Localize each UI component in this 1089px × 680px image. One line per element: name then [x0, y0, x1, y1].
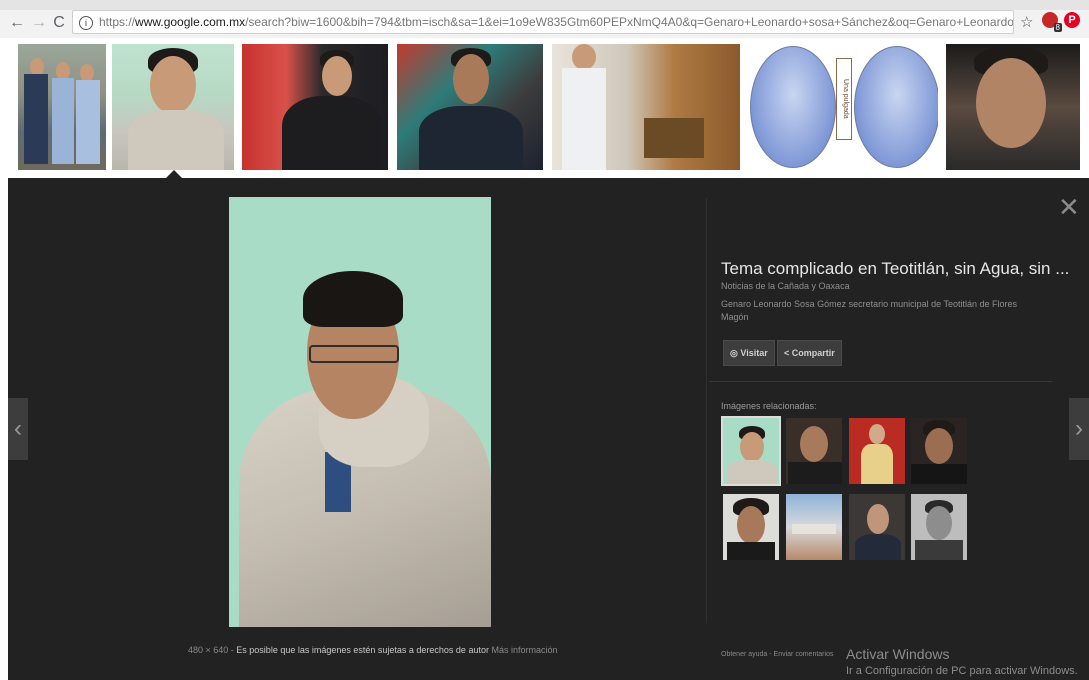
bookmark-star-icon[interactable]: ☆ — [1020, 13, 1033, 31]
result-thumbnail[interactable] — [242, 44, 388, 170]
visit-label: Visitar — [740, 348, 768, 358]
person-figure — [855, 534, 901, 560]
related-image-thumbnail[interactable] — [911, 494, 967, 560]
url-path: /search?biw=1600&bih=794&tbm=isch&sa=1&e… — [245, 15, 1014, 29]
person-figure — [52, 78, 74, 164]
extension-icon[interactable]: 8 — [1042, 12, 1062, 32]
person-figure — [869, 424, 885, 444]
person-figure — [925, 428, 953, 464]
table — [792, 524, 836, 534]
drawer — [644, 118, 704, 158]
person-figure — [911, 464, 967, 484]
feedback-link[interactable]: Enviar comentarios — [774, 651, 834, 658]
result-thumbnail[interactable]: Una pulgada — [748, 44, 938, 170]
previous-image-button[interactable]: ‹ — [8, 398, 28, 460]
browser-toolbar: ← → C i https://www.google.com.mx/search?… — [0, 0, 1089, 39]
related-image-thumbnail[interactable] — [723, 494, 779, 560]
extension-badge: 8 — [1053, 23, 1062, 32]
result-description: Genaro Leonardo Sosa Gómez secretario mu… — [721, 299, 1017, 322]
photo-oval — [854, 46, 938, 168]
person-figure — [926, 506, 952, 540]
address-bar[interactable]: i https://www.google.com.mx/search?biw=16… — [72, 10, 1014, 34]
result-source[interactable]: Noticias de la Cañada y Oaxaca — [721, 281, 850, 291]
image-dimensions: 480 × 640 — [188, 645, 229, 655]
viewer-footer: Obtener ayuda - Enviar comentarios — [721, 651, 833, 658]
person-figure — [282, 96, 382, 170]
related-image-thumbnail[interactable] — [849, 418, 905, 484]
next-image-button[interactable]: › — [1069, 398, 1089, 460]
person-figure — [800, 426, 828, 462]
reload-button[interactable]: C — [50, 14, 68, 32]
more-info-link[interactable]: Más información — [491, 645, 557, 655]
person-figure — [788, 462, 842, 484]
photo-oval — [750, 46, 836, 168]
result-thumbnail[interactable] — [18, 44, 106, 170]
image-meta: 480 × 640 - Es posible que las imágenes … — [188, 645, 558, 655]
url-prefix: https:// — [99, 15, 136, 29]
forward-button[interactable]: → — [30, 14, 48, 32]
back-button[interactable]: ← — [8, 14, 26, 32]
copyright-notice: Es posible que las imágenes estén sujeta… — [236, 645, 489, 655]
result-thumbnail[interactable] — [946, 44, 1080, 170]
related-image-thumbnail[interactable] — [911, 418, 967, 484]
result-thumbnail-selected[interactable] — [112, 44, 234, 170]
person-figure — [419, 106, 523, 170]
windows-activation-subtitle: Ir a Configuración de PC para activar Wi… — [846, 665, 1078, 677]
related-image-thumbnail[interactable] — [786, 494, 842, 560]
result-title[interactable]: Tema complicado en Teotitlán, sin Agua, … — [721, 259, 1069, 279]
person-figure — [727, 460, 777, 484]
person-figure — [76, 80, 100, 164]
visit-button[interactable]: ◎ Visitar — [723, 340, 775, 366]
result-thumbnail[interactable] — [552, 44, 740, 170]
result-thumbnail[interactable] — [397, 44, 543, 170]
divider — [709, 381, 1052, 382]
person-figure — [24, 74, 48, 164]
person-figure — [572, 44, 596, 70]
person-figure — [322, 56, 352, 96]
windows-activation-title: Activar Windows — [846, 646, 950, 662]
person-figure — [303, 271, 403, 327]
close-icon[interactable]: ✕ — [1058, 194, 1080, 220]
thumbnail-caption: Una pulgada — [836, 58, 852, 140]
person-figure — [915, 540, 963, 560]
person-figure — [453, 54, 489, 104]
person-figure — [128, 110, 224, 170]
person-figure — [740, 432, 764, 462]
person-figure — [861, 444, 893, 484]
person-figure — [976, 58, 1046, 148]
pinterest-icon[interactable]: P — [1064, 12, 1080, 28]
person-figure — [737, 506, 765, 544]
info-icon[interactable]: i — [79, 15, 93, 30]
globe-icon: ◎ — [730, 348, 738, 358]
image-results-strip: Una pulgada — [0, 38, 1089, 178]
related-image-thumbnail[interactable] — [721, 416, 781, 486]
share-icon: < — [784, 348, 790, 358]
person-figure — [727, 542, 775, 560]
related-image-thumbnail[interactable] — [849, 494, 905, 560]
glasses — [309, 345, 399, 363]
share-label: Compartir — [791, 348, 835, 358]
person-figure — [867, 504, 889, 534]
person-figure — [150, 56, 196, 114]
share-button[interactable]: < Compartir — [777, 340, 842, 366]
main-preview-image[interactable] — [229, 197, 491, 627]
divider — [706, 198, 707, 623]
url-host: www.google.com.mx — [135, 15, 246, 29]
person-figure — [562, 68, 606, 170]
help-link[interactable]: Obtener ayuda — [721, 651, 767, 658]
related-image-thumbnail[interactable] — [786, 418, 842, 484]
selection-pointer — [166, 170, 182, 178]
tab-strip — [0, 0, 1089, 10]
related-images-label: Imágenes relacionadas: — [721, 401, 817, 411]
